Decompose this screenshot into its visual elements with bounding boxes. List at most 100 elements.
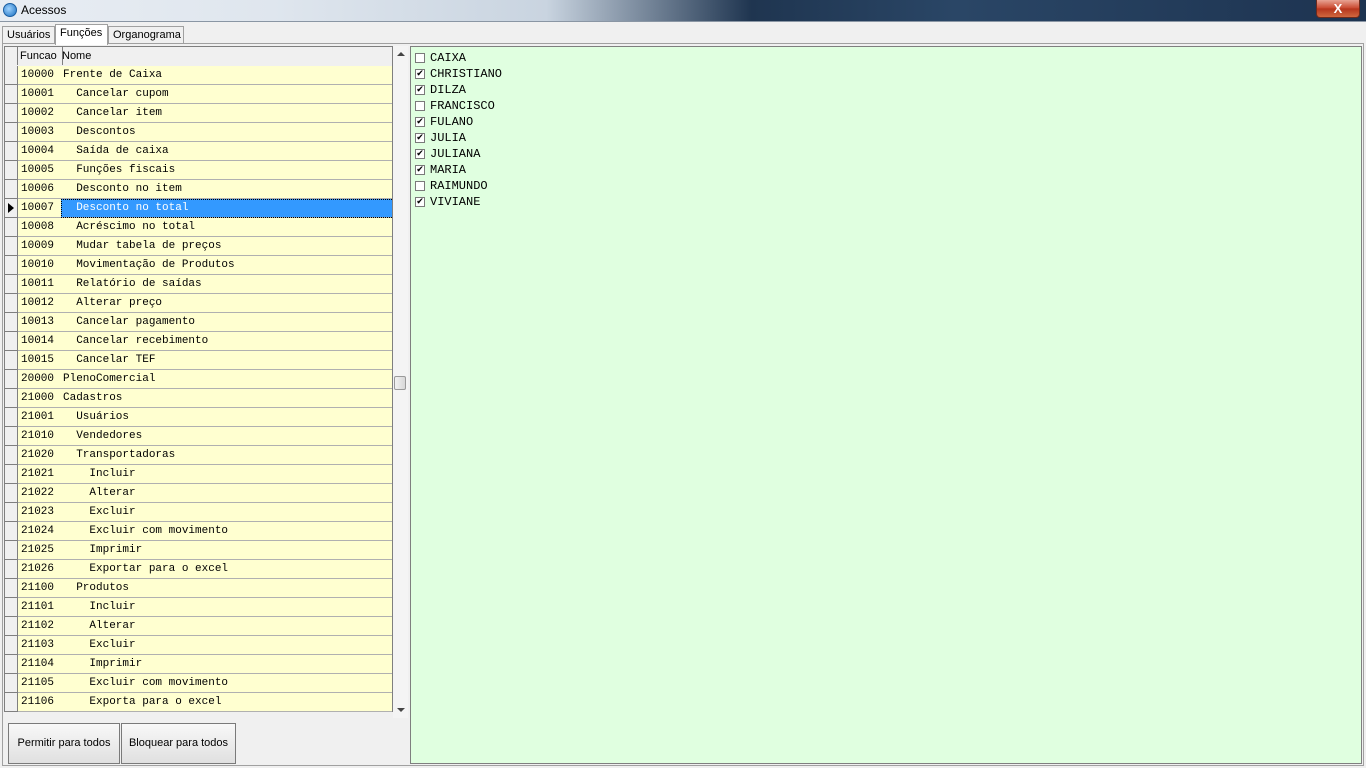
cell-nome[interactable]: Vendedores	[61, 427, 392, 446]
cell-funcao[interactable]: 20000	[18, 370, 64, 389]
table-row[interactable]: 21020 Transportadoras	[5, 446, 392, 465]
table-row[interactable]: 10003 Descontos	[5, 123, 392, 142]
cell-funcao[interactable]: 21026	[18, 560, 64, 579]
cell-nome[interactable]: Relatório de saídas	[61, 275, 392, 294]
cell-funcao[interactable]: 10009	[18, 237, 64, 256]
table-row[interactable]: 10007 Desconto no total	[5, 199, 392, 218]
tab-organograma[interactable]: Organograma	[108, 26, 184, 43]
checkbox-checked-icon[interactable]: ✔	[415, 149, 425, 159]
table-row[interactable]: 21024 Excluir com movimento	[5, 522, 392, 541]
checkbox-checked-icon[interactable]: ✔	[415, 69, 425, 79]
cell-nome[interactable]: Usuários	[61, 408, 392, 427]
cell-funcao[interactable]: 10015	[18, 351, 64, 370]
cell-funcao[interactable]: 21101	[18, 598, 64, 617]
cell-nome[interactable]: Funções fiscais	[61, 161, 392, 180]
block-all-button[interactable]: Bloquear para todos	[121, 723, 236, 764]
table-row[interactable]: 21025 Imprimir	[5, 541, 392, 560]
cell-funcao[interactable]: 21103	[18, 636, 64, 655]
cell-funcao[interactable]: 21022	[18, 484, 64, 503]
close-button[interactable]: X	[1316, 0, 1360, 18]
row-indicator[interactable]	[5, 484, 18, 503]
cell-nome[interactable]: Produtos	[61, 579, 392, 598]
table-row[interactable]: 10013 Cancelar pagamento	[5, 313, 392, 332]
cell-funcao[interactable]: 21001	[18, 408, 64, 427]
functions-grid[interactable]: Funcao Nome 10000 Frente de Caixa 10001 Ca…	[4, 46, 393, 718]
row-indicator[interactable]	[5, 370, 18, 389]
grid-horizontal-scrollbar[interactable]	[4, 712, 393, 719]
cell-nome[interactable]: Saída de caixa	[61, 142, 392, 161]
column-header-funcao[interactable]: Funcao	[18, 47, 63, 65]
grid-vertical-scrollbar[interactable]	[393, 46, 408, 718]
row-indicator[interactable]	[5, 218, 18, 237]
cell-funcao[interactable]: 10000	[18, 66, 64, 85]
cell-funcao[interactable]: 10012	[18, 294, 64, 313]
row-indicator[interactable]	[5, 617, 18, 636]
checkbox-unchecked-icon[interactable]	[415, 53, 425, 63]
table-row[interactable]: 21103 Excluir	[5, 636, 392, 655]
cell-funcao[interactable]: 21024	[18, 522, 64, 541]
cell-funcao[interactable]: 21000	[18, 389, 64, 408]
scroll-thumb[interactable]	[394, 376, 406, 390]
table-row[interactable]: 21104 Imprimir	[5, 655, 392, 674]
scroll-up-icon[interactable]	[397, 52, 405, 56]
table-row[interactable]: 21021 Incluir	[5, 465, 392, 484]
cell-funcao[interactable]: 10004	[18, 142, 64, 161]
cell-nome[interactable]: Alterar	[61, 617, 392, 636]
row-indicator[interactable]	[5, 598, 18, 617]
cell-nome[interactable]: Incluir	[61, 465, 392, 484]
table-row[interactable]: 21022 Alterar	[5, 484, 392, 503]
table-row[interactable]: 21001 Usuários	[5, 408, 392, 427]
row-indicator[interactable]	[5, 237, 18, 256]
table-row[interactable]: 10010 Movimentação de Produtos	[5, 256, 392, 275]
cell-nome[interactable]: Exporta para o excel	[61, 693, 392, 712]
table-row[interactable]: 10005 Funções fiscais	[5, 161, 392, 180]
table-row[interactable]: 21106 Exporta para o excel	[5, 693, 392, 712]
cell-funcao[interactable]: 10005	[18, 161, 64, 180]
row-indicator[interactable]	[5, 351, 18, 370]
checkbox-checked-icon[interactable]: ✔	[415, 117, 425, 127]
cell-nome[interactable]: Excluir	[61, 636, 392, 655]
current-row-arrow-icon[interactable]	[5, 199, 18, 218]
cell-nome[interactable]: Incluir	[61, 598, 392, 617]
cell-funcao[interactable]: 10006	[18, 180, 64, 199]
table-row[interactable]: 10015 Cancelar TEF	[5, 351, 392, 370]
cell-nome[interactable]: Excluir	[61, 503, 392, 522]
row-indicator[interactable]	[5, 408, 18, 427]
cell-nome[interactable]: Cancelar pagamento	[61, 313, 392, 332]
cell-nome[interactable]: Acréscimo no total	[61, 218, 392, 237]
row-indicator[interactable]	[5, 123, 18, 142]
cell-funcao[interactable]: 21100	[18, 579, 64, 598]
cell-nome[interactable]: Frente de Caixa	[61, 66, 392, 85]
cell-funcao[interactable]: 21010	[18, 427, 64, 446]
cell-funcao[interactable]: 21020	[18, 446, 64, 465]
cell-funcao[interactable]: 10014	[18, 332, 64, 351]
cell-nome[interactable]: Alterar	[61, 484, 392, 503]
cell-nome[interactable]: Movimentação de Produtos	[61, 256, 392, 275]
row-indicator[interactable]	[5, 275, 18, 294]
cell-nome[interactable]: Cadastros	[61, 389, 392, 408]
cell-nome[interactable]: Excluir com movimento	[61, 522, 392, 541]
row-indicator[interactable]	[5, 256, 18, 275]
cell-funcao[interactable]: 10002	[18, 104, 64, 123]
table-row[interactable]: 10009 Mudar tabela de preços	[5, 237, 392, 256]
checkbox-checked-icon[interactable]: ✔	[415, 165, 425, 175]
row-indicator[interactable]	[5, 389, 18, 408]
cell-nome[interactable]: PlenoComercial	[61, 370, 392, 389]
allow-all-button[interactable]: Permitir para todos	[8, 723, 120, 764]
cell-funcao[interactable]: 21023	[18, 503, 64, 522]
cell-nome[interactable]: Cancelar item	[61, 104, 392, 123]
cell-funcao[interactable]: 10003	[18, 123, 64, 142]
cell-nome[interactable]: Imprimir	[61, 541, 392, 560]
cell-nome[interactable]: Excluir com movimento	[61, 674, 392, 693]
row-indicator[interactable]	[5, 180, 18, 199]
cell-funcao[interactable]: 21106	[18, 693, 64, 712]
cell-funcao[interactable]: 10001	[18, 85, 64, 104]
cell-funcao[interactable]: 10008	[18, 218, 64, 237]
checkbox-checked-icon[interactable]: ✔	[415, 133, 425, 143]
table-row[interactable]: 10006 Desconto no item	[5, 180, 392, 199]
row-indicator[interactable]	[5, 674, 18, 693]
row-indicator[interactable]	[5, 294, 18, 313]
checkbox-checked-icon[interactable]: ✔	[415, 85, 425, 95]
table-row[interactable]: 20000 PlenoComercial	[5, 370, 392, 389]
cell-funcao[interactable]: 10010	[18, 256, 64, 275]
